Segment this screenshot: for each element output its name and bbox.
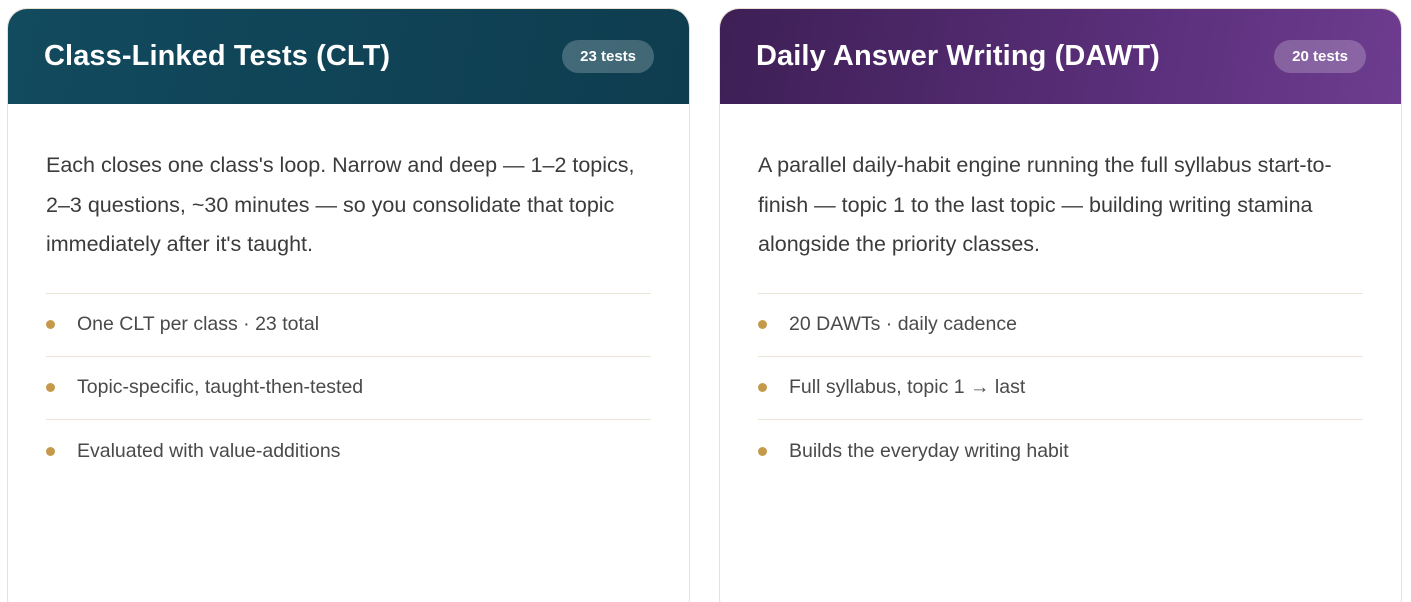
- dawt-test-count-badge: 20 tests: [1274, 40, 1366, 73]
- dawt-card: Daily Answer Writing (DAWT) 20 tests A p…: [719, 8, 1402, 602]
- list-item-label: Evaluated with value-additions: [77, 439, 341, 462]
- dawt-card-header: Daily Answer Writing (DAWT) 20 tests: [720, 9, 1401, 104]
- clt-card-title: Class-Linked Tests (CLT): [44, 40, 391, 72]
- clt-feature-list: One CLT per class · 23 total Topic-speci…: [46, 292, 651, 483]
- list-item-label: Full syllabus, topic 1 → last: [789, 376, 1026, 398]
- bullet-dot-icon: [46, 383, 55, 392]
- list-item: Topic-specific, taught-then-tested: [46, 357, 651, 420]
- list-item-label: Builds the everyday writing habit: [789, 439, 1069, 462]
- clt-card: Class-Linked Tests (CLT) 23 tests Each c…: [7, 8, 690, 602]
- list-item: Full syllabus, topic 1 → last: [758, 357, 1363, 420]
- clt-card-header: Class-Linked Tests (CLT) 23 tests: [8, 9, 689, 104]
- program-cards: Class-Linked Tests (CLT) 23 tests Each c…: [0, 0, 1411, 602]
- clt-test-count-badge: 23 tests: [562, 40, 654, 73]
- list-item: Evaluated with value-additions: [46, 420, 651, 483]
- dawt-feature-list: 20 DAWTs · daily cadence Full syllabus, …: [758, 292, 1363, 483]
- bullet-dot-icon: [758, 446, 767, 456]
- dawt-card-title: Daily Answer Writing (DAWT): [756, 40, 1160, 72]
- list-item: Builds the everyday writing habit: [758, 420, 1363, 483]
- bullet-dot-icon: [758, 320, 767, 329]
- list-item: 20 DAWTs · daily cadence: [758, 294, 1363, 357]
- dawt-card-body: A parallel daily-habit engine running th…: [720, 104, 1401, 483]
- list-item-label: 20 DAWTs · daily cadence: [789, 313, 1017, 335]
- clt-description: Each closes one class's loop. Narrow and…: [46, 153, 635, 256]
- list-item-label: One CLT per class · 23 total: [77, 313, 320, 335]
- bullet-dot-icon: [46, 446, 55, 456]
- bullet-dot-icon: [758, 383, 767, 392]
- list-item-label: Topic-specific, taught-then-tested: [77, 376, 364, 398]
- dawt-description: A parallel daily-habit engine running th…: [758, 153, 1332, 256]
- bullet-dot-icon: [46, 320, 55, 329]
- clt-card-body: Each closes one class's loop. Narrow and…: [8, 104, 689, 483]
- list-item: One CLT per class · 23 total: [46, 294, 651, 357]
